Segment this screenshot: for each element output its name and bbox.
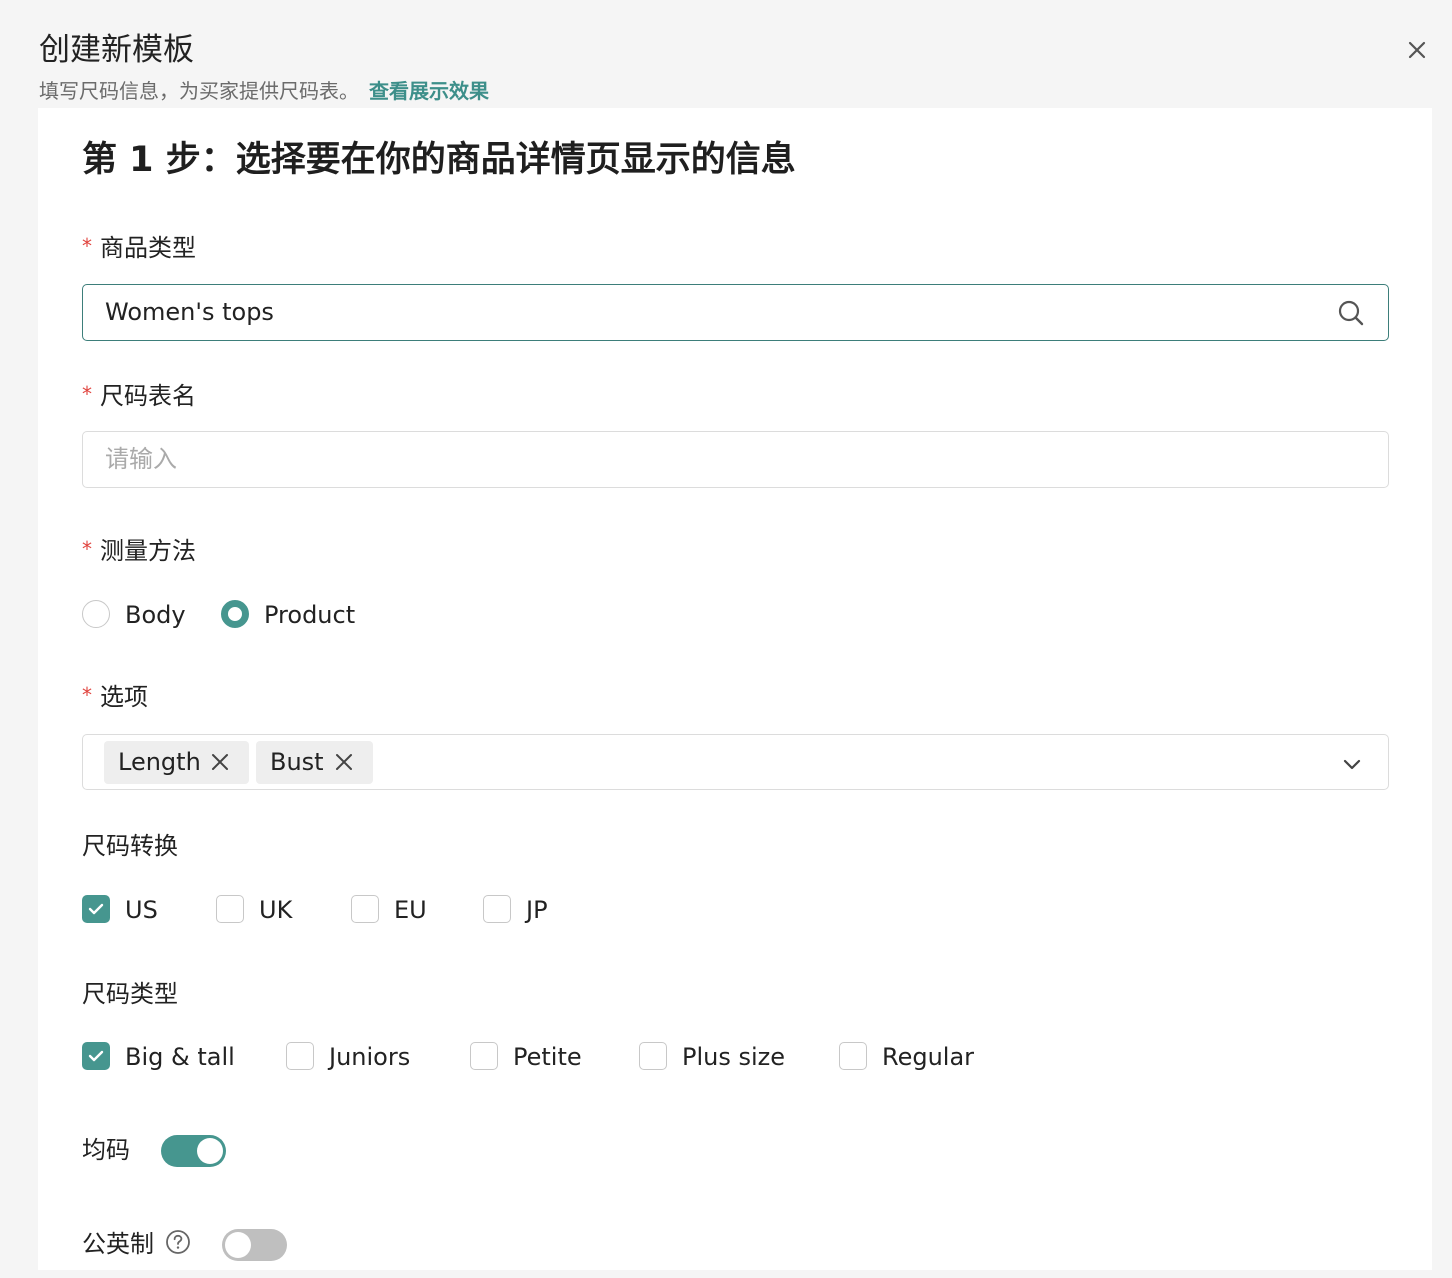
required-mark: * (82, 683, 92, 707)
radio-body[interactable]: Body (82, 598, 192, 632)
checkbox-big-tall[interactable]: Big & tall (82, 1040, 252, 1074)
options-label-text: 选项 (100, 683, 148, 711)
options-multiselect[interactable]: Length Bust (82, 734, 1389, 790)
step-title: 第 1 步：选择要在你的商品详情页显示的信息 (82, 140, 796, 180)
checkbox[interactable] (839, 1042, 867, 1070)
tag-label: Bust (270, 748, 324, 776)
modal-header: 创建新模板 填写尺码信息，为买家提供尺码表。 查看展示效果 (0, 0, 1452, 108)
modal-subtitle-row: 填写尺码信息，为买家提供尺码表。 查看展示效果 (39, 76, 489, 106)
checkbox[interactable] (286, 1042, 314, 1070)
metric-label: 公英制 (82, 1230, 154, 1258)
checkbox[interactable] (470, 1042, 498, 1070)
modal-subtitle: 填写尺码信息，为买家提供尺码表。 (39, 79, 359, 103)
checkbox-label: Regular (882, 1043, 975, 1071)
checkbox-label: EU (394, 896, 427, 924)
checkbox-label: JP (526, 896, 548, 924)
checkbox-jp[interactable]: JP (483, 893, 573, 927)
product-type-input[interactable]: Women's tops (82, 284, 1389, 341)
checkbox-uk[interactable]: UK (216, 893, 306, 927)
search-icon[interactable] (1336, 298, 1366, 328)
checkbox-label: Plus size (682, 1043, 786, 1071)
required-mark: * (82, 234, 92, 258)
product-type-label: * 商品类型 (82, 231, 196, 266)
size-chart-name-input[interactable]: 请输入 (82, 431, 1389, 488)
check-icon (88, 903, 104, 915)
close-button[interactable] (1401, 34, 1433, 66)
toggle-knob (225, 1232, 251, 1258)
product-type-label-text: 商品类型 (100, 234, 196, 262)
checkbox[interactable] (639, 1042, 667, 1070)
tag-label: Length (118, 748, 201, 776)
checkbox-plus-size[interactable]: Plus size (639, 1040, 799, 1074)
checkbox[interactable] (483, 895, 511, 923)
metric-toggle[interactable] (222, 1229, 287, 1261)
measurement-label-text: 测量方法 (100, 537, 196, 565)
check-icon (88, 1050, 104, 1062)
size-conversion-label: 尺码转换 (82, 832, 178, 860)
required-mark: * (82, 537, 92, 561)
checkbox-eu[interactable]: EU (351, 893, 441, 927)
size-chart-name-label-text: 尺码表名 (100, 382, 196, 410)
required-mark: * (82, 382, 92, 406)
radio-label: Body (125, 601, 186, 629)
product-type-value: Women's tops (105, 298, 274, 326)
options-label: * 选项 (82, 680, 148, 715)
checkbox[interactable] (216, 895, 244, 923)
tag-remove-icon[interactable] (210, 752, 230, 772)
chevron-down-icon[interactable] (1340, 752, 1364, 776)
checkbox-petite[interactable]: Petite (470, 1040, 600, 1074)
radio-button[interactable] (221, 600, 249, 628)
checkbox[interactable] (351, 895, 379, 923)
checkbox-label: Juniors (329, 1043, 411, 1071)
help-circle-icon[interactable] (165, 1229, 191, 1255)
measurement-label: * 测量方法 (82, 534, 196, 569)
checkbox-label: US (125, 896, 158, 924)
checkbox-us[interactable]: US (82, 893, 172, 927)
checkbox-label: Big & tall (125, 1043, 235, 1071)
size-chart-name-label: * 尺码表名 (82, 379, 196, 414)
tag-bust: Bust (256, 741, 373, 784)
checkbox-label: Petite (513, 1043, 582, 1071)
size-type-label: 尺码类型 (82, 980, 178, 1008)
tag-remove-icon[interactable] (334, 752, 354, 772)
form-panel: 第 1 步：选择要在你的商品详情页显示的信息 * 商品类型 Women's top… (38, 108, 1432, 1270)
tag-length: Length (104, 741, 249, 784)
size-chart-name-placeholder: 请输入 (105, 445, 177, 473)
radio-label: Product (264, 601, 356, 629)
modal-title: 创建新模板 (39, 32, 194, 68)
checkbox-label: UK (259, 896, 293, 924)
checkbox-regular[interactable]: Regular (839, 1040, 989, 1074)
preview-link[interactable]: 查看展示效果 (369, 79, 489, 103)
checkbox-juniors[interactable]: Juniors (286, 1040, 436, 1074)
radio-button[interactable] (82, 600, 110, 628)
one-size-label: 均码 (82, 1136, 130, 1164)
checkbox[interactable] (82, 1042, 110, 1070)
toggle-knob (197, 1138, 223, 1164)
one-size-toggle[interactable] (161, 1135, 226, 1167)
close-icon (1408, 41, 1426, 59)
checkbox[interactable] (82, 895, 110, 923)
radio-product[interactable]: Product (221, 598, 371, 632)
